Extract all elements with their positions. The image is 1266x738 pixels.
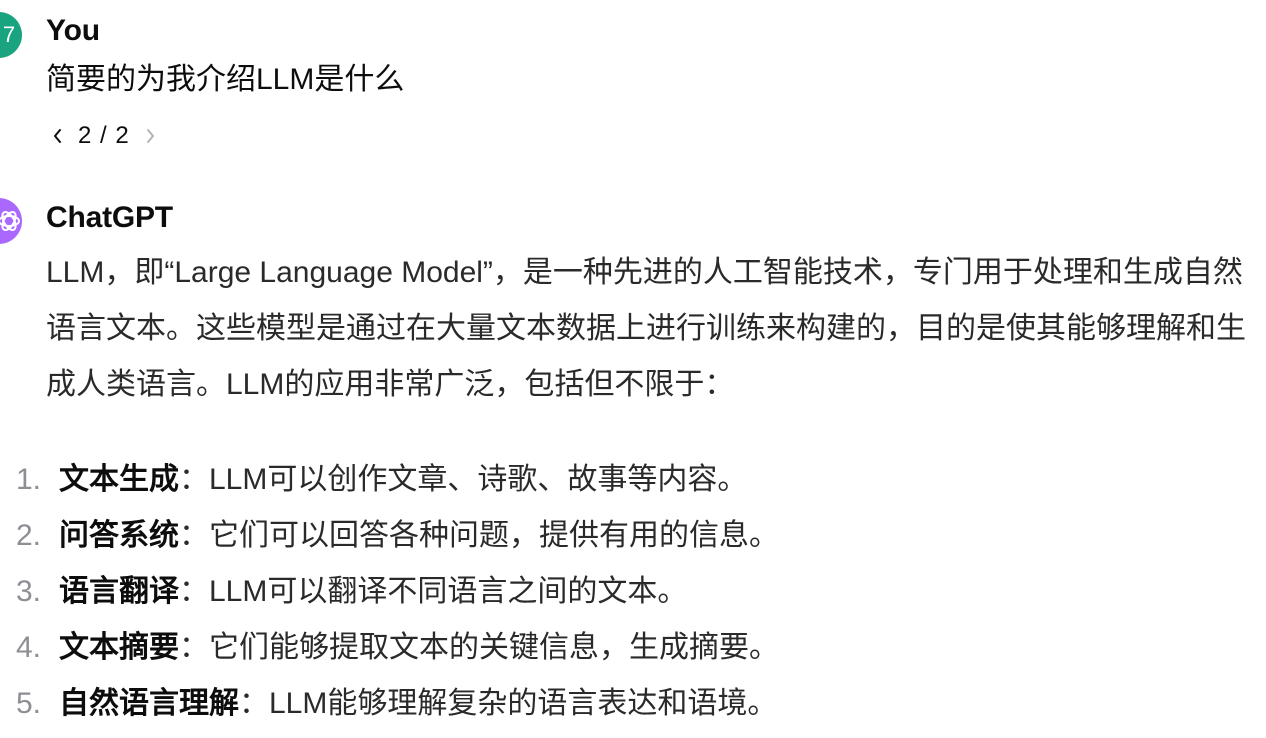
list-item: 5. 自然语言理解：LLM能够理解复杂的语言表达和语境。 — [0, 676, 1266, 732]
list-item-separator: ： — [179, 575, 209, 608]
list-item-term: 文本摘要 — [59, 631, 179, 664]
user-avatar-initial: 7 — [2, 22, 16, 47]
list-item-number: 3. — [16, 575, 42, 608]
chevron-left-icon[interactable] — [46, 127, 70, 145]
assistant-avatar — [0, 198, 22, 244]
list-item-desc: LLM可以翻译不同语言之间的文本。 — [209, 575, 688, 608]
chevron-right-icon[interactable] — [138, 127, 162, 145]
list-item-separator: ： — [179, 519, 209, 552]
pager-count: 2 / 2 — [78, 122, 130, 149]
list-item-term: 问答系统 — [59, 519, 179, 552]
list-item: 4. 文本摘要：它们能够提取文本的关键信息，生成摘要。 — [0, 620, 1266, 676]
list-item-desc: 它们可以回答各种问题，提供有用的信息。 — [209, 519, 779, 552]
user-avatar: 7 — [0, 12, 22, 58]
list-item-separator: ： — [179, 463, 209, 496]
list-item-desc: LLM能够理解复杂的语言表达和语境。 — [269, 687, 778, 720]
assistant-sender-name: ChatGPT — [46, 201, 173, 234]
list-item-term: 文本生成 — [59, 463, 179, 496]
response-pager: 2 / 2 — [46, 120, 162, 152]
list-item-term: 语言翻译 — [59, 575, 179, 608]
list-item-number: 2. — [16, 519, 42, 552]
list-item-term: 自然语言理解 — [59, 687, 239, 720]
list-item: 2. 问答系统：它们可以回答各种问题，提供有用的信息。 — [0, 508, 1266, 564]
list-item-number: 4. — [16, 631, 42, 664]
list-item-separator: ： — [239, 687, 269, 720]
assistant-answer: LLM，即“Large Language Model”，是一种先进的人工智能技术… — [46, 245, 1266, 413]
list-item-desc: 它们能够提取文本的关键信息，生成摘要。 — [209, 631, 779, 664]
openai-logo-icon — [0, 210, 20, 232]
list-item: 3. 语言翻译：LLM可以翻译不同语言之间的文本。 — [0, 564, 1266, 620]
list-item-separator: ： — [179, 631, 209, 664]
assistant-list: 1. 文本生成：LLM可以创作文章、诗歌、故事等内容。 2. 问答系统：它们可以… — [0, 452, 1266, 732]
list-item: 1. 文本生成：LLM可以创作文章、诗歌、故事等内容。 — [0, 452, 1266, 508]
list-item-number: 5. — [16, 687, 42, 720]
assistant-intro-text: LLM，即“Large Language Model”，是一种先进的人工智能技术… — [46, 256, 1246, 401]
list-item-number: 1. — [16, 463, 42, 496]
list-item-desc: LLM可以创作文章、诗歌、故事等内容。 — [209, 463, 748, 496]
user-sender-name: You — [46, 14, 100, 47]
user-message-text: 简要的为我介绍LLM是什么 — [46, 63, 405, 96]
